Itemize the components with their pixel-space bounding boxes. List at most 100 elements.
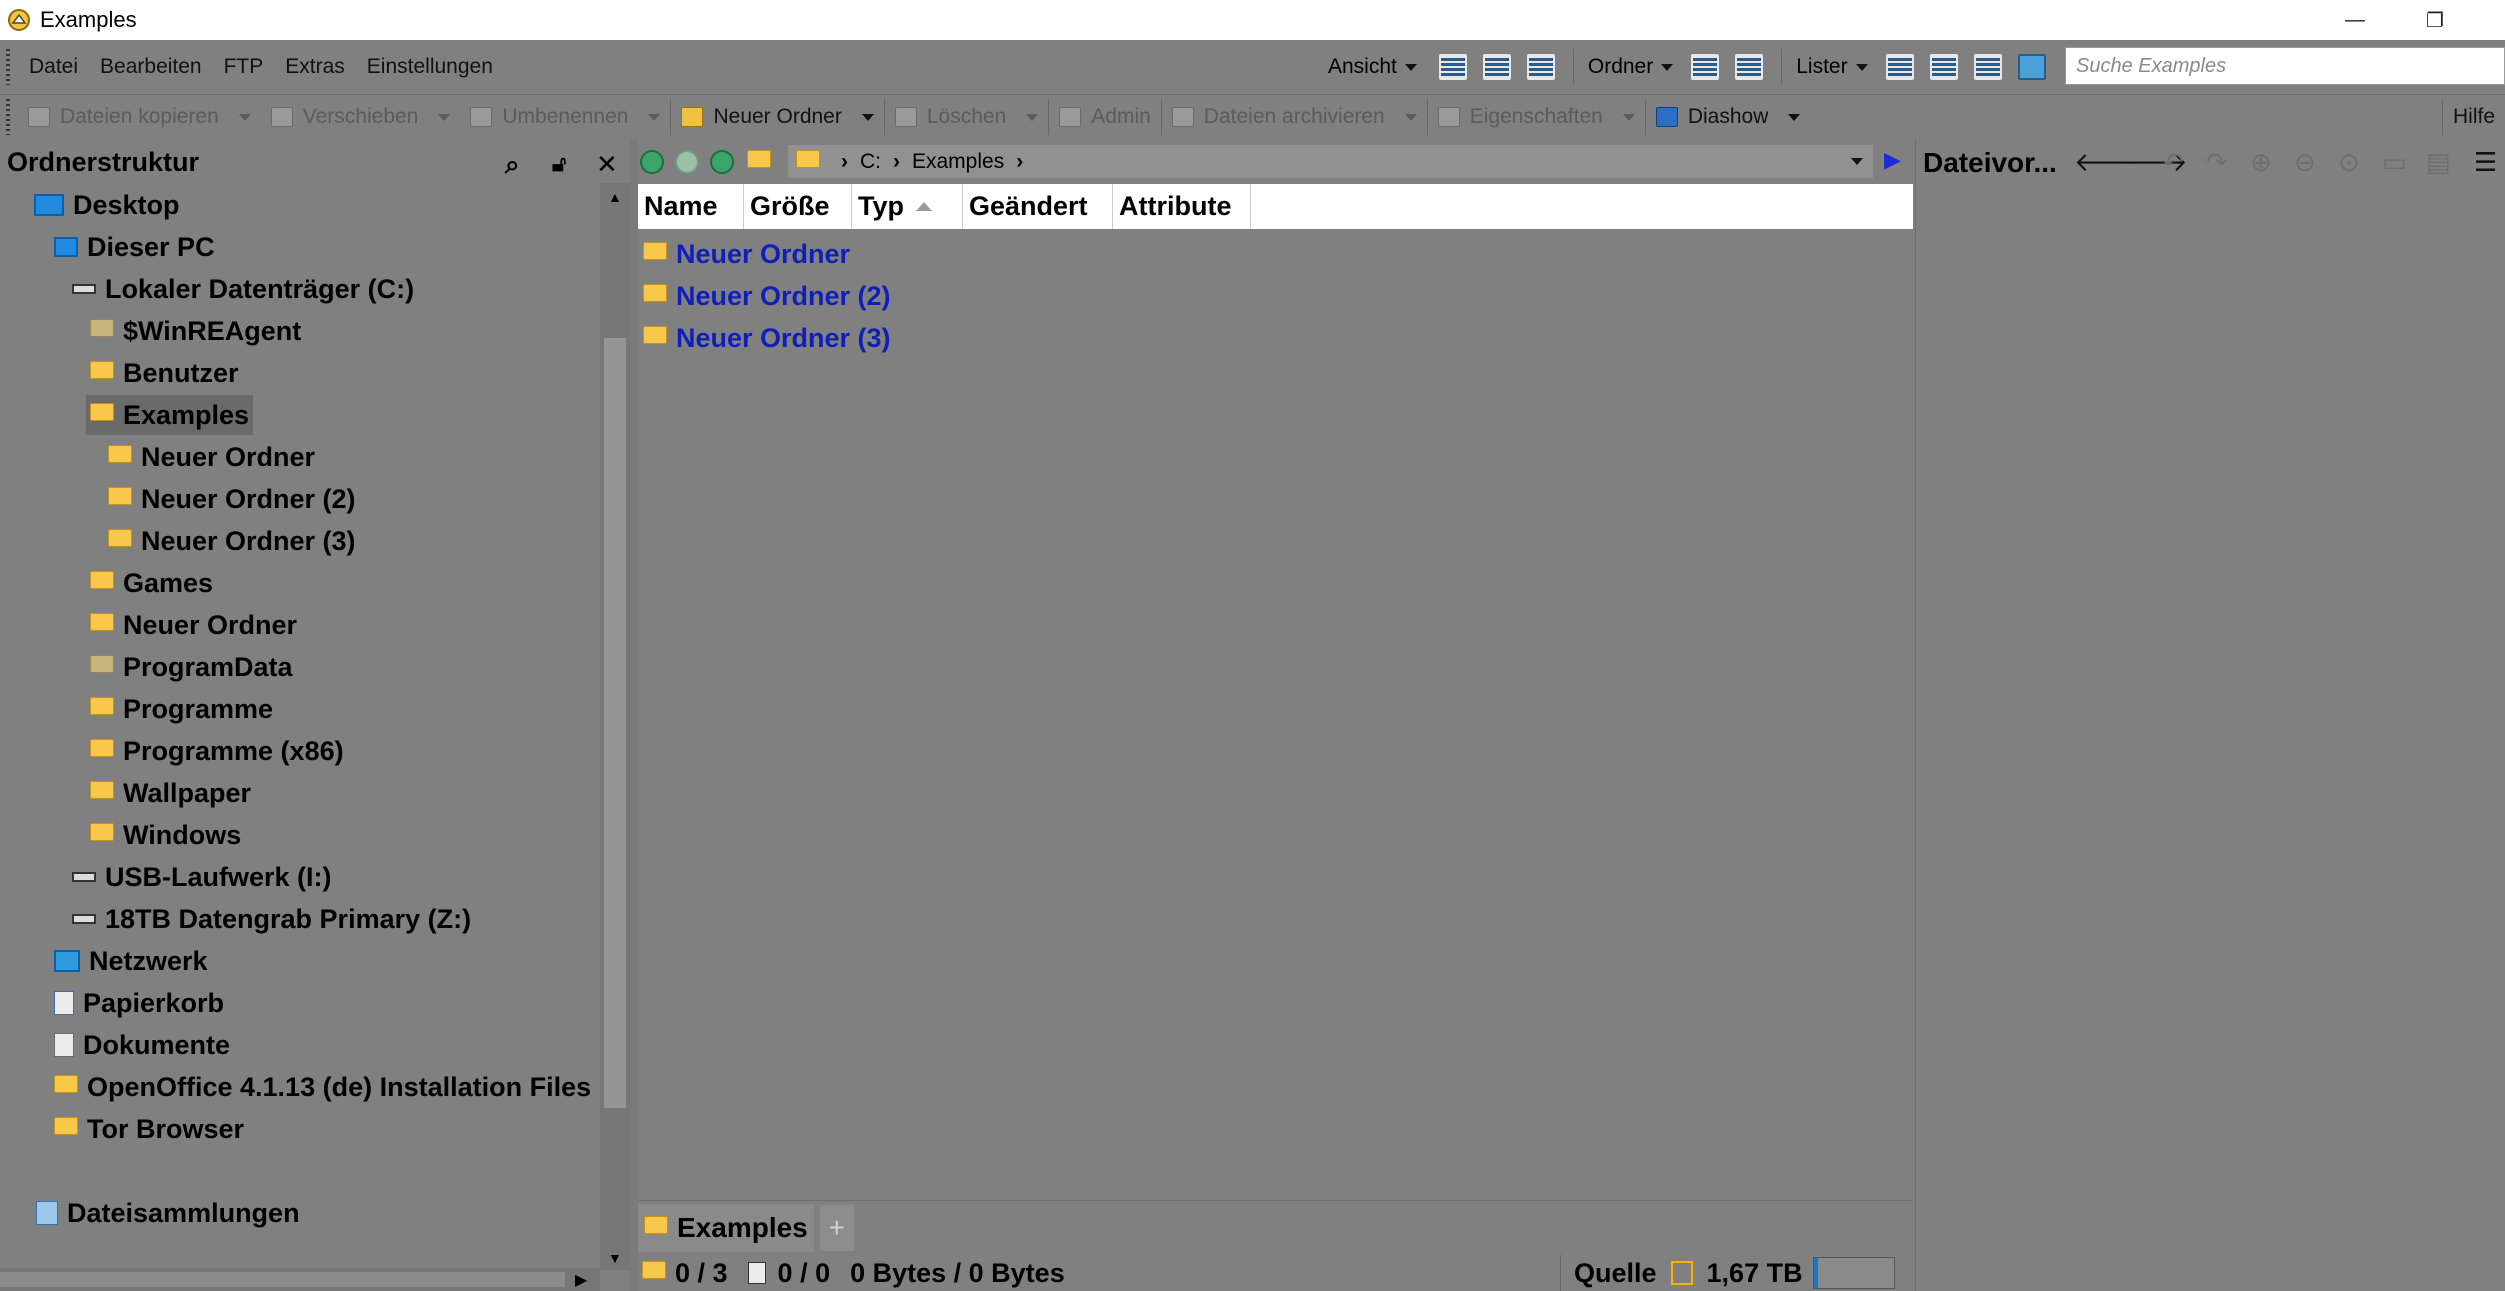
toolbar-grip[interactable] [6, 49, 10, 85]
folder-tree[interactable]: Desktop Dieser PC Lokaler Datenträger (C… [0, 185, 600, 1245]
forward-icon[interactable] [675, 149, 699, 174]
delete-button[interactable]: Löschen [885, 95, 1048, 140]
move-button[interactable]: Verschieben [261, 95, 461, 140]
menu-extras[interactable]: Extras [274, 55, 356, 79]
tree-horizontal-scrollbar[interactable]: ▶ [0, 1268, 600, 1291]
ansicht-menu[interactable]: Ansicht [1328, 55, 1417, 79]
lister-single-icon[interactable] [1885, 54, 1914, 80]
slideshow-label: Diashow [1687, 105, 1769, 128]
path-field[interactable]: › C: › Examples › [788, 145, 1873, 178]
scrollbar-thumb[interactable] [604, 338, 626, 1108]
lister-menu[interactable]: Lister [1796, 55, 1868, 79]
scroll-up-icon[interactable]: ▲ [608, 189, 622, 205]
tree-item-dieser-pc[interactable]: Dieser PC [54, 227, 215, 267]
tree-item-dokumente[interactable]: Dokumente [54, 1025, 230, 1065]
tree-item-netzwerk[interactable]: Netzwerk [54, 941, 208, 981]
menu-einstellungen[interactable]: Einstellungen [356, 55, 504, 79]
print-icon[interactable]: ▤ [2426, 147, 2451, 178]
tree-item-programme[interactable]: Programme [90, 689, 273, 729]
column-attributes[interactable]: Attribute [1113, 184, 1251, 229]
breadcrumb-drive[interactable]: C: [860, 150, 881, 174]
new-folder-button[interactable]: Neuer Ordner [671, 95, 883, 140]
folder-icon [54, 1117, 78, 1135]
scrollbar-thumb[interactable] [0, 1272, 565, 1287]
scroll-down-icon[interactable]: ▼ [608, 1250, 622, 1266]
parent-folder-icon[interactable] [710, 149, 734, 174]
search-icon[interactable]: ⌕ [505, 149, 520, 181]
column-type[interactable]: Typ [852, 184, 963, 229]
file-row[interactable]: Neuer Ordner (3) [643, 318, 891, 358]
details-view-icon[interactable] [1438, 54, 1467, 80]
properties-label: Eigenschaften [1469, 105, 1603, 128]
close-icon[interactable]: ✕ [596, 149, 618, 180]
help-button[interactable]: Hilfe [2443, 95, 2505, 140]
properties-button[interactable]: Eigenschaften [1428, 95, 1645, 140]
tree-item-winreagent[interactable]: $WinREAgent [90, 311, 301, 351]
restore-button[interactable]: ❐ [2395, 0, 2475, 40]
scroll-right-icon[interactable]: ▶ [575, 1270, 587, 1290]
add-tab-button[interactable]: + [819, 1205, 854, 1251]
tree-item-papierkorb[interactable]: Papierkorb [54, 983, 224, 1023]
favorites-icon[interactable] [747, 149, 771, 168]
back-icon[interactable] [640, 149, 664, 174]
search-input[interactable]: Suche Examples [2065, 47, 2505, 85]
folder-format-icon[interactable] [1735, 54, 1764, 80]
tree-item-wallpaper[interactable]: Wallpaper [90, 773, 251, 813]
lock-icon[interactable] [1670, 1261, 1693, 1285]
chevron-right-icon[interactable]: › [1016, 150, 1023, 174]
file-row[interactable]: Neuer Ordner [643, 234, 850, 274]
lister-tree-icon[interactable] [1973, 54, 2002, 80]
tree-item-dateisammlungen[interactable]: Dateisammlungen [36, 1193, 300, 1233]
copy-files-button[interactable]: Dateien kopieren [18, 95, 261, 140]
file-row[interactable]: Neuer Ordner (2) [643, 276, 891, 316]
toolbar-grip[interactable] [6, 99, 10, 135]
zoom-out-icon[interactable]: ⊖ [2294, 147, 2316, 178]
tree-item-datengrab[interactable]: 18TB Datengrab Primary (Z:) [72, 899, 471, 939]
tab-examples[interactable]: Examples [638, 1204, 814, 1252]
tree-item-openoffice[interactable]: OpenOffice 4.1.13 (de) Installation File… [54, 1067, 591, 1107]
minimize-button[interactable]: — [2315, 0, 2395, 40]
archive-button[interactable]: Dateien archivieren [1162, 95, 1427, 140]
tree-item-windows[interactable]: Windows [90, 815, 241, 855]
tree-item-examples[interactable]: Examples [86, 395, 254, 435]
tree-item-programdata[interactable]: ProgramData [90, 647, 293, 687]
rename-button[interactable]: Umbenennen [460, 95, 670, 140]
tree-vertical-scrollbar[interactable]: ▲ ▼ [600, 183, 630, 1270]
menu-ftp[interactable]: FTP [213, 55, 275, 79]
tree-item-programme-x86[interactable]: Programme (x86) [90, 731, 344, 771]
admin-button[interactable]: Admin [1049, 95, 1161, 140]
tree-item-neuer-ordner[interactable]: Neuer Ordner [108, 437, 315, 477]
lister-viewer-icon[interactable] [2017, 54, 2046, 80]
pane-splitter[interactable] [630, 139, 638, 1291]
tree-item-neuer-ordner-3[interactable]: Neuer Ordner (3) [108, 521, 356, 561]
ordner-menu[interactable]: Ordner [1588, 55, 1674, 79]
lister-dual-icon[interactable] [1929, 54, 1958, 80]
tree-item-drive-c[interactable]: Lokaler Datenträger (C:) [72, 269, 414, 309]
thumbnail-view-icon[interactable] [1526, 54, 1555, 80]
column-name[interactable]: Name [638, 184, 744, 229]
tree-item-tor-browser[interactable]: Tor Browser [54, 1109, 244, 1149]
menu-datei[interactable]: Datei [18, 55, 89, 79]
tree-view-icon[interactable] [1482, 54, 1511, 80]
slideshow-button[interactable]: Diashow [1646, 95, 1811, 140]
rotate-left-icon[interactable]: ↶ [2162, 147, 2184, 178]
zoom-fit-icon[interactable]: ⊙ [2338, 147, 2360, 178]
chevron-down-icon[interactable] [1851, 158, 1863, 165]
column-modified[interactable]: Geändert [963, 184, 1113, 229]
menu-icon[interactable]: ☰ [2474, 147, 2497, 178]
tree-item-games[interactable]: Games [90, 563, 213, 603]
unlock-icon[interactable]: 🔓︎ [552, 151, 566, 177]
tree-item-neuer-ordner-c[interactable]: Neuer Ordner [90, 605, 297, 645]
tree-item-benutzer[interactable]: Benutzer [90, 353, 239, 393]
tree-item-desktop[interactable]: Desktop [34, 185, 180, 225]
column-size[interactable]: Größe [744, 184, 852, 229]
breadcrumb-folder[interactable]: Examples [912, 150, 1004, 174]
tree-item-usb-drive[interactable]: USB-Laufwerk (I:) [72, 857, 332, 897]
tree-item-neuer-ordner-2[interactable]: Neuer Ordner (2) [108, 479, 356, 519]
copy-image-icon[interactable]: ▭ [2382, 147, 2407, 178]
sync-pane-icon[interactable]: ▶ [1884, 147, 1901, 173]
folder-layout-icon[interactable] [1691, 54, 1720, 80]
menu-bearbeiten[interactable]: Bearbeiten [89, 55, 213, 79]
rotate-right-icon[interactable]: ↷ [2206, 147, 2228, 178]
zoom-in-icon[interactable]: ⊕ [2250, 147, 2272, 178]
